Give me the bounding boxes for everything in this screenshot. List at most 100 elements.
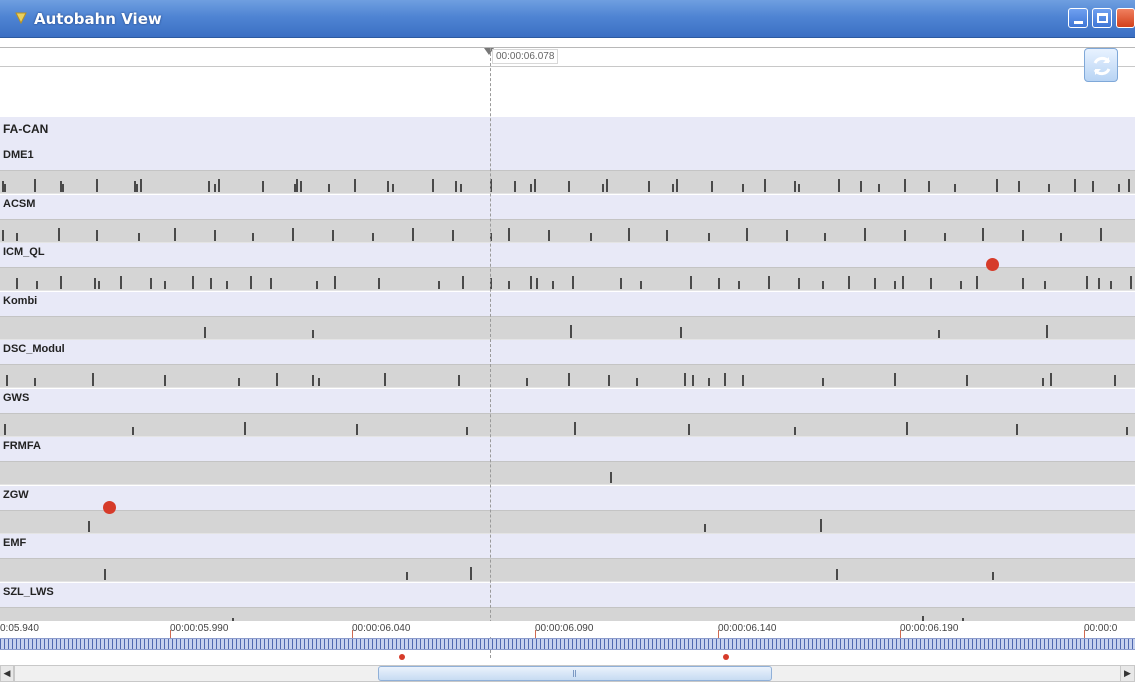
message-mark — [372, 232, 374, 241]
channel-row[interactable]: ICM_QL — [0, 243, 1135, 291]
message-mark — [132, 426, 134, 435]
channel-track[interactable] — [0, 170, 1135, 194]
message-mark — [906, 421, 908, 435]
maximize-icon — [1097, 13, 1108, 23]
message-mark — [1050, 373, 1052, 386]
message-mark — [602, 184, 604, 192]
message-mark — [455, 181, 457, 192]
channel-label: ACSM — [3, 197, 36, 210]
scrollbar-thumb[interactable] — [378, 666, 772, 681]
message-mark — [878, 184, 880, 192]
message-mark — [640, 281, 642, 289]
message-mark — [690, 276, 692, 289]
channel-label: Kombi — [3, 294, 38, 307]
message-mark — [1118, 184, 1120, 192]
channel-track[interactable] — [0, 315, 1135, 340]
message-mark — [798, 184, 800, 192]
channel-row[interactable]: FRMFA — [0, 437, 1135, 485]
message-mark — [226, 281, 228, 289]
message-mark — [262, 181, 264, 192]
top-time-ruler — [0, 47, 1135, 67]
message-mark — [574, 421, 576, 435]
message-mark — [672, 184, 674, 192]
scroll-left-button[interactable]: ◀ — [0, 665, 14, 682]
channel-row[interactable]: ZGW — [0, 485, 1135, 534]
message-mark — [96, 229, 98, 241]
message-mark — [138, 232, 140, 241]
message-mark — [1016, 423, 1018, 435]
message-mark — [140, 179, 142, 192]
channel-track[interactable] — [0, 509, 1135, 534]
message-mark — [2, 229, 4, 241]
maximize-button[interactable] — [1092, 8, 1112, 28]
minimize-button[interactable] — [1068, 8, 1088, 28]
message-mark — [860, 181, 862, 192]
marker-dot-icon[interactable] — [103, 500, 116, 514]
message-mark — [432, 179, 434, 192]
channel-label: EMF — [3, 537, 27, 549]
message-mark — [944, 232, 946, 241]
title-bar[interactable]: Autobahn View — [0, 0, 1135, 38]
channel-row[interactable]: Kombi — [0, 291, 1135, 340]
refresh-button[interactable] — [1084, 48, 1118, 82]
message-mark — [938, 329, 940, 338]
message-mark — [688, 423, 690, 435]
message-mark — [214, 184, 216, 192]
channel-track[interactable] — [0, 267, 1135, 291]
message-mark — [36, 281, 38, 289]
message-mark — [711, 181, 713, 192]
channel-row[interactable]: ACSM — [0, 194, 1135, 243]
message-mark — [1060, 232, 1062, 241]
overview-ruler[interactable] — [0, 638, 1135, 650]
message-mark — [572, 276, 574, 289]
channel-row[interactable]: GWS — [0, 388, 1135, 437]
message-mark — [458, 375, 460, 386]
channel-header: ZGW — [0, 485, 1135, 510]
marker-dot-icon[interactable] — [986, 258, 999, 271]
message-mark — [192, 276, 194, 289]
message-mark — [798, 278, 800, 289]
close-button[interactable] — [1116, 8, 1135, 28]
message-mark — [238, 378, 240, 386]
message-mark — [960, 281, 962, 289]
message-mark — [312, 329, 314, 338]
time-cursor-line[interactable] — [490, 48, 491, 658]
message-mark — [438, 281, 440, 289]
message-mark — [536, 278, 538, 289]
message-mark — [742, 375, 744, 386]
message-mark — [954, 184, 956, 192]
message-mark — [174, 227, 176, 241]
message-mark — [904, 229, 906, 241]
message-mark — [610, 472, 612, 483]
arrow-left-icon: ◀ — [3, 668, 11, 678]
channel-row[interactable]: DME1 — [0, 146, 1135, 194]
message-mark — [966, 375, 968, 386]
message-mark — [210, 278, 212, 289]
message-mark — [864, 227, 866, 241]
channel-row[interactable]: DSC_Modul — [0, 340, 1135, 388]
message-mark — [570, 324, 572, 338]
window-title: Autobahn View — [34, 10, 162, 28]
channel-track[interactable] — [0, 218, 1135, 243]
message-mark — [16, 278, 18, 289]
channel-track[interactable] — [0, 558, 1135, 582]
channel-row[interactable]: EMF — [0, 534, 1135, 582]
channel-track[interactable] — [0, 364, 1135, 388]
message-mark — [312, 375, 314, 386]
message-mark — [608, 375, 610, 386]
message-mark — [568, 181, 570, 192]
message-mark — [620, 278, 622, 289]
channel-label: FRMFA — [3, 440, 41, 452]
channel-label: DME1 — [3, 149, 34, 161]
scroll-right-button[interactable]: ▶ — [1120, 665, 1135, 682]
message-mark — [708, 378, 710, 386]
message-mark — [96, 179, 98, 192]
message-mark — [1100, 227, 1102, 241]
group-label: FA-CAN — [3, 122, 49, 136]
channel-track[interactable] — [0, 461, 1135, 485]
channel-header: DSC_Modul — [0, 340, 1135, 364]
message-mark — [742, 184, 744, 192]
channel-label: SZL_LWS — [3, 585, 54, 598]
channel-track[interactable] — [0, 412, 1135, 437]
message-mark — [894, 373, 896, 386]
